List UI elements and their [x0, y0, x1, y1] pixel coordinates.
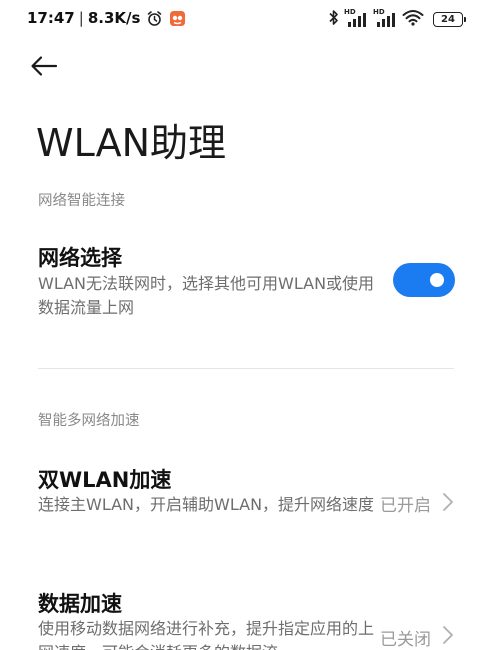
status-time: 17:47 [27, 9, 75, 27]
back-button[interactable] [30, 50, 70, 86]
app-notification-icon [169, 10, 186, 27]
network-selection-toggle[interactable] [393, 263, 455, 297]
bluetooth-icon [328, 9, 339, 30]
screen: 17:47 | 8.3K/s HD HD 24 WLAN助理 网络智能连接 网络… [0, 0, 491, 650]
status-separator: | [78, 9, 84, 27]
network-selection-title: 网络选择 [38, 246, 122, 270]
back-arrow-icon [30, 55, 58, 81]
status-left: 17:47 | 8.3K/s [27, 9, 186, 27]
status-bar: 17:47 | 8.3K/s HD HD 24 [0, 0, 491, 38]
dual-wlan-description: 连接主WLAN，开启辅助WLAN，提升网络速度 [38, 495, 375, 514]
chevron-right-icon [441, 625, 455, 645]
page-title: WLAN助理 [36, 121, 227, 165]
wifi-icon [402, 9, 424, 30]
network-selection-description: WLAN无法联网时，选择其他可用WLAN或使用数据流量上网 [38, 274, 375, 317]
data-acceleration-description: 使用移动数据网络进行补充，提升指定应用的上网速度，可能会消耗更多的数据流 [38, 619, 375, 650]
dual-wlan-status: 已开启 [380, 496, 431, 516]
toggle-knob [430, 273, 444, 287]
section-header-multi-network: 智能多网络加速 [38, 413, 140, 429]
dual-wlan-title: 双WLAN加速 [38, 468, 172, 492]
battery-indicator: 24 [433, 12, 466, 27]
data-acceleration-status: 已关闭 [380, 630, 431, 650]
data-acceleration-title: 数据加速 [38, 592, 122, 616]
chevron-right-icon [441, 492, 455, 512]
section-divider [38, 368, 454, 369]
status-right: HD HD 24 [328, 8, 466, 30]
battery-level: 24 [441, 14, 455, 25]
network-speed: 8.3K/s [87, 9, 141, 27]
section-header-smart-connect: 网络智能连接 [38, 193, 125, 209]
signal-strength-icon-1: HD [344, 8, 368, 28]
signal-strength-icon-2: HD [373, 8, 397, 28]
alarm-clock-icon [146, 10, 163, 27]
